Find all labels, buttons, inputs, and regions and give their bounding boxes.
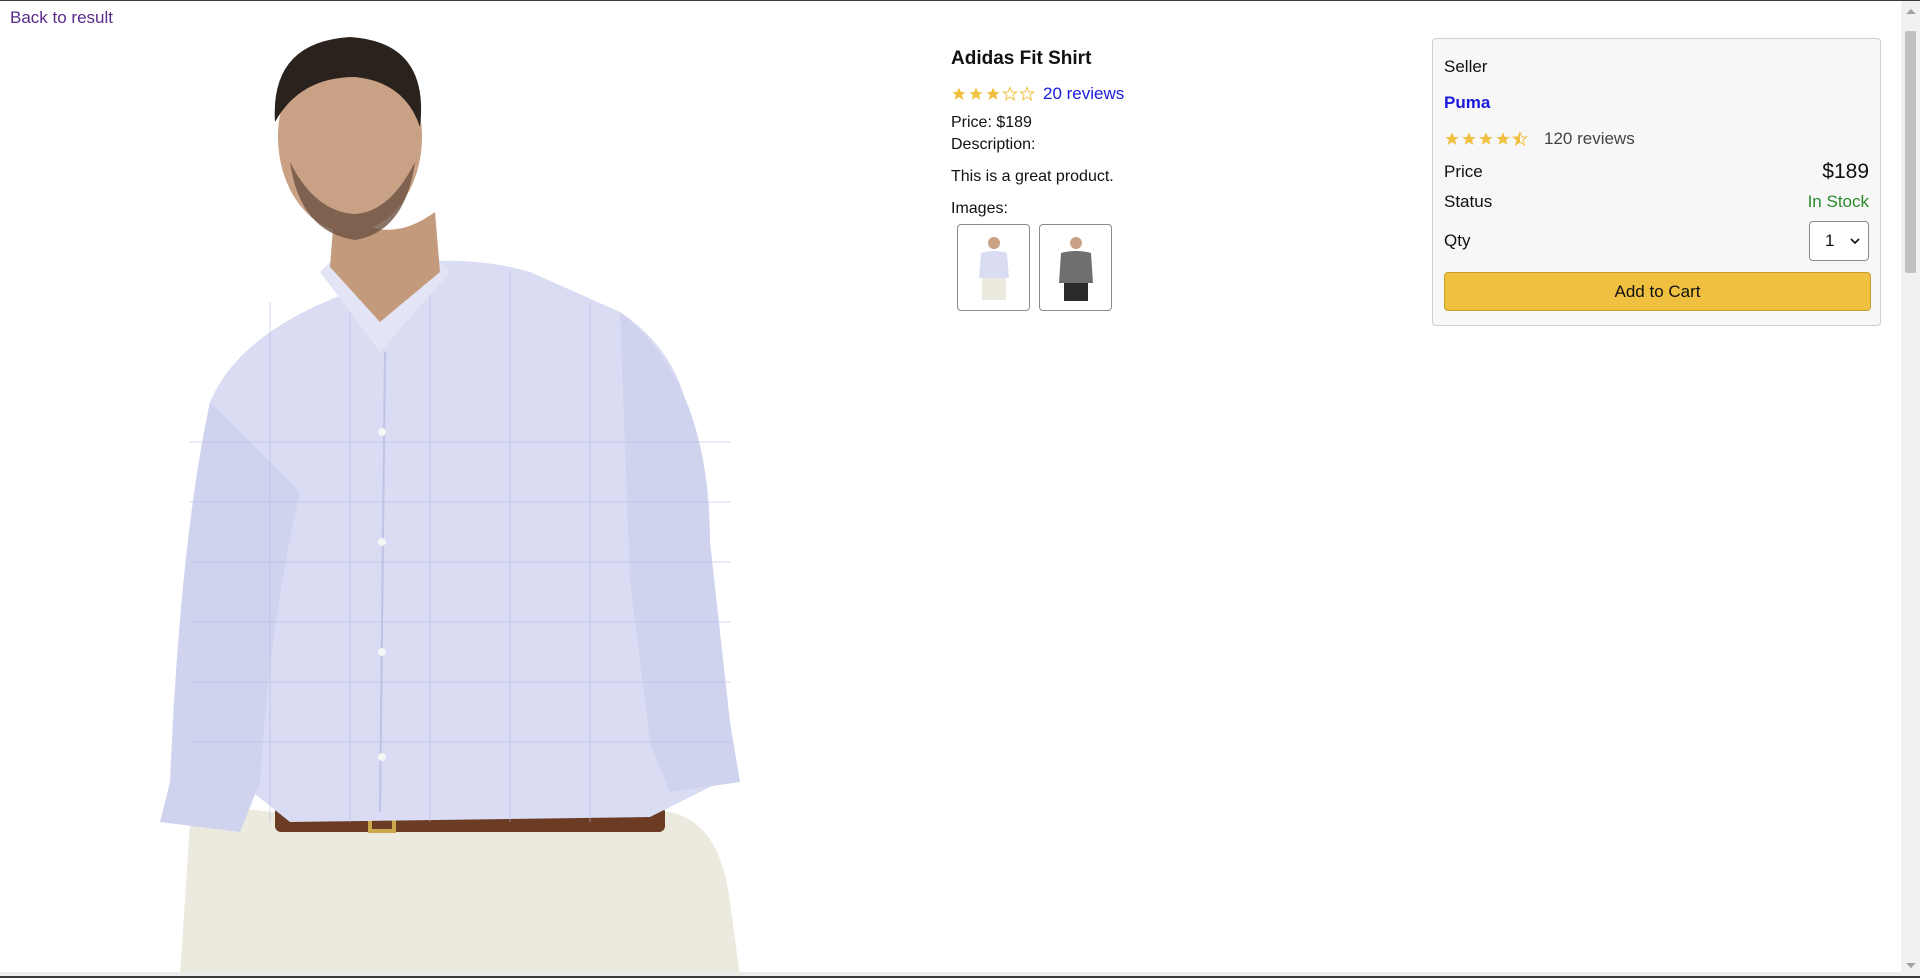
thumbnail-grey-shirt[interactable] xyxy=(1039,224,1112,311)
product-reviews-link[interactable]: 20 reviews xyxy=(1043,84,1124,104)
card-price-label: Price xyxy=(1444,162,1483,181)
seller-name-row: Puma xyxy=(1444,93,1869,113)
product-rating-stars xyxy=(951,86,1035,102)
vertical-scrollbar[interactable] xyxy=(1901,1,1920,976)
card-status-value: In Stock xyxy=(1807,192,1869,211)
seller-name-link[interactable]: Puma xyxy=(1444,93,1490,113)
thumbnail-light-shirt[interactable] xyxy=(957,224,1030,311)
quantity-select[interactable]: 1 xyxy=(1809,221,1869,261)
scroll-down-arrow-icon[interactable] xyxy=(1906,963,1916,968)
thumbnail-list xyxy=(957,224,1371,311)
card-price-value: $189 xyxy=(1822,160,1869,183)
star-empty-icon xyxy=(1002,86,1018,102)
seller-label-row: Seller xyxy=(1444,57,1869,77)
star-filled-icon xyxy=(1496,132,1510,145)
star-filled-icon xyxy=(1445,132,1459,145)
star-half-icon xyxy=(1512,131,1528,147)
seller-reviews-count: 120 reviews xyxy=(1544,129,1635,148)
seller-rating: 120 reviews xyxy=(1444,129,1635,149)
star-filled-icon xyxy=(986,87,1000,100)
product-main-image xyxy=(150,22,820,976)
purchase-card: Seller Puma 120 reviews Price $189 Statu… xyxy=(1432,38,1881,326)
card-qty-label: Qty xyxy=(1444,231,1471,250)
description-label: Description: xyxy=(951,136,1036,153)
star-filled-icon xyxy=(1462,132,1476,145)
scroll-up-arrow-icon[interactable] xyxy=(1906,9,1916,14)
star-filled-icon xyxy=(969,87,983,100)
seller-rating-row: 120 reviews xyxy=(1444,129,1869,149)
card-status-row: Status In Stock xyxy=(1444,192,1869,212)
quantity-select-value: 1 xyxy=(1825,231,1835,250)
star-empty-icon xyxy=(1019,86,1035,102)
product-details: Adidas Fit Shirt 20 reviews Price: $189 … xyxy=(951,48,1371,311)
card-status-label: Status xyxy=(1444,192,1493,211)
product-rating-row: 20 reviews xyxy=(951,82,1371,106)
star-filled-icon xyxy=(1479,132,1493,145)
product-title: Adidas Fit Shirt xyxy=(951,48,1092,69)
images-label: Images: xyxy=(951,200,1008,217)
scrollbar-thumb[interactable] xyxy=(1905,31,1916,273)
product-price: Price: $189 xyxy=(951,114,1032,131)
card-price-row: Price $189 xyxy=(1444,160,1869,184)
product-description: This is a great product. xyxy=(951,168,1114,185)
chevron-down-icon xyxy=(1850,237,1860,244)
grey-shirt-thumbnail-image xyxy=(1058,236,1093,301)
light-shirt-thumbnail-image xyxy=(978,236,1009,300)
seller-rating-stars xyxy=(1444,131,1528,147)
back-to-result-link[interactable]: Back to result xyxy=(10,8,113,28)
window-top-border xyxy=(0,0,1920,1)
add-to-cart-button[interactable]: Add to Cart xyxy=(1444,272,1871,311)
star-filled-icon xyxy=(952,87,966,100)
seller-label: Seller xyxy=(1444,57,1488,76)
card-qty-row: Qty 1 xyxy=(1444,221,1869,261)
